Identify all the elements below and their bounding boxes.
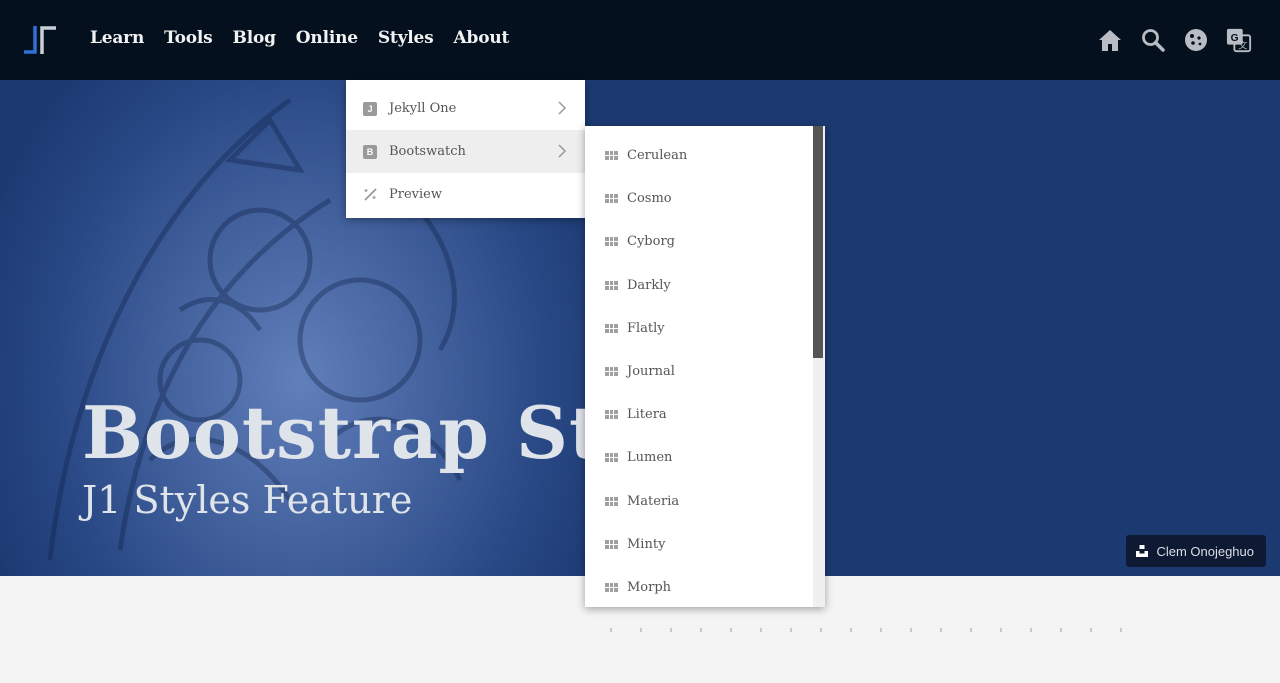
translate-icon[interactable]: G文 — [1226, 26, 1252, 54]
nav-learn[interactable]: Learn — [90, 28, 144, 48]
nav-online[interactable]: Online — [296, 28, 358, 48]
theme-item-lumen[interactable]: Lumen — [585, 436, 811, 479]
photo-credit-badge[interactable]: Clem Onojeghuo — [1126, 535, 1266, 567]
theme-label: Darkly — [627, 277, 671, 293]
theme-item-litera[interactable]: Litera — [585, 393, 811, 436]
theme-label: Litera — [627, 407, 667, 423]
theme-grid-icon — [605, 280, 618, 290]
menu-item-bootswatch[interactable]: B Bootswatch — [346, 130, 585, 173]
theme-item-journal[interactable]: Journal — [585, 350, 811, 393]
nav-tools[interactable]: Tools — [164, 28, 213, 48]
theme-label: Cosmo — [627, 191, 672, 207]
top-navbar: Learn Tools Blog Online Styles About G文 — [0, 0, 1280, 80]
theme-item-materia[interactable]: Materia — [585, 480, 811, 523]
unsplash-icon — [1136, 545, 1149, 557]
cookie-icon[interactable] — [1183, 26, 1209, 54]
quick-links: G文 — [1097, 26, 1252, 54]
scrollbar-thumb[interactable] — [813, 126, 823, 358]
nav-styles[interactable]: Styles — [378, 28, 434, 48]
chevron-right-icon — [558, 101, 567, 115]
chevron-right-icon — [558, 144, 567, 158]
menu-item-label: Jekyll One — [389, 101, 457, 116]
menu-item-label: Preview — [389, 187, 442, 202]
styles-dropdown: J Jekyll One B Bootswatch Preview — [346, 80, 585, 218]
menu-item-jekyll-one[interactable]: J Jekyll One — [346, 87, 585, 130]
jekyll-one-icon: J — [363, 101, 377, 116]
theme-grid-icon — [605, 323, 618, 333]
theme-item-minty[interactable]: Minty — [585, 523, 811, 566]
nav-about[interactable]: About — [454, 28, 510, 48]
theme-label: Flatly — [627, 320, 665, 336]
theme-grid-icon — [605, 453, 618, 463]
theme-grid-icon — [605, 367, 618, 377]
theme-grid-icon — [605, 194, 618, 204]
theme-grid-icon — [605, 237, 618, 247]
theme-label: Minty — [627, 536, 666, 552]
theme-label: Morph — [627, 579, 672, 595]
theme-item-cyborg[interactable]: Cyborg — [585, 220, 811, 263]
theme-grid-icon — [605, 539, 618, 549]
j1-logo[interactable] — [22, 24, 58, 56]
content-divider — [610, 628, 1130, 632]
main-nav: Learn Tools Blog Online Styles About — [90, 28, 529, 48]
theme-item-darkly[interactable]: Darkly — [585, 264, 811, 307]
theme-label: Materia — [627, 493, 680, 509]
submenu-scrollbar[interactable] — [813, 126, 825, 607]
theme-label: Lumen — [627, 450, 673, 466]
theme-item-cosmo[interactable]: Cosmo — [585, 177, 811, 220]
theme-label: Journal — [627, 364, 675, 380]
menu-item-label: Bootswatch — [389, 144, 466, 159]
theme-item-cerulean[interactable]: Cerulean — [585, 134, 811, 177]
menu-item-preview[interactable]: Preview — [346, 173, 585, 216]
photo-credit-text: Clem Onojeghuo — [1156, 543, 1254, 559]
bootswatch-submenu: Cerulean Cosmo Cyborg Darkly Flatly Jour… — [585, 126, 825, 607]
theme-grid-icon — [605, 582, 618, 592]
theme-grid-icon — [605, 496, 618, 506]
search-icon[interactable] — [1140, 26, 1166, 54]
theme-item-flatly[interactable]: Flatly — [585, 307, 811, 350]
hero-subtitle: J1 Styles Feature — [82, 478, 413, 522]
svg-text:文: 文 — [1238, 39, 1247, 50]
theme-grid-icon — [605, 151, 618, 161]
bootswatch-icon: B — [363, 144, 377, 159]
theme-label: Cyborg — [627, 234, 675, 250]
nav-blog[interactable]: Blog — [233, 28, 276, 48]
theme-grid-icon — [605, 410, 618, 420]
magic-wand-icon — [364, 188, 377, 201]
theme-label: Cerulean — [627, 148, 688, 164]
theme-list: Cerulean Cosmo Cyborg Darkly Flatly Jour… — [585, 134, 811, 607]
home-icon[interactable] — [1097, 26, 1123, 54]
theme-item-morph[interactable]: Morph — [585, 566, 811, 607]
